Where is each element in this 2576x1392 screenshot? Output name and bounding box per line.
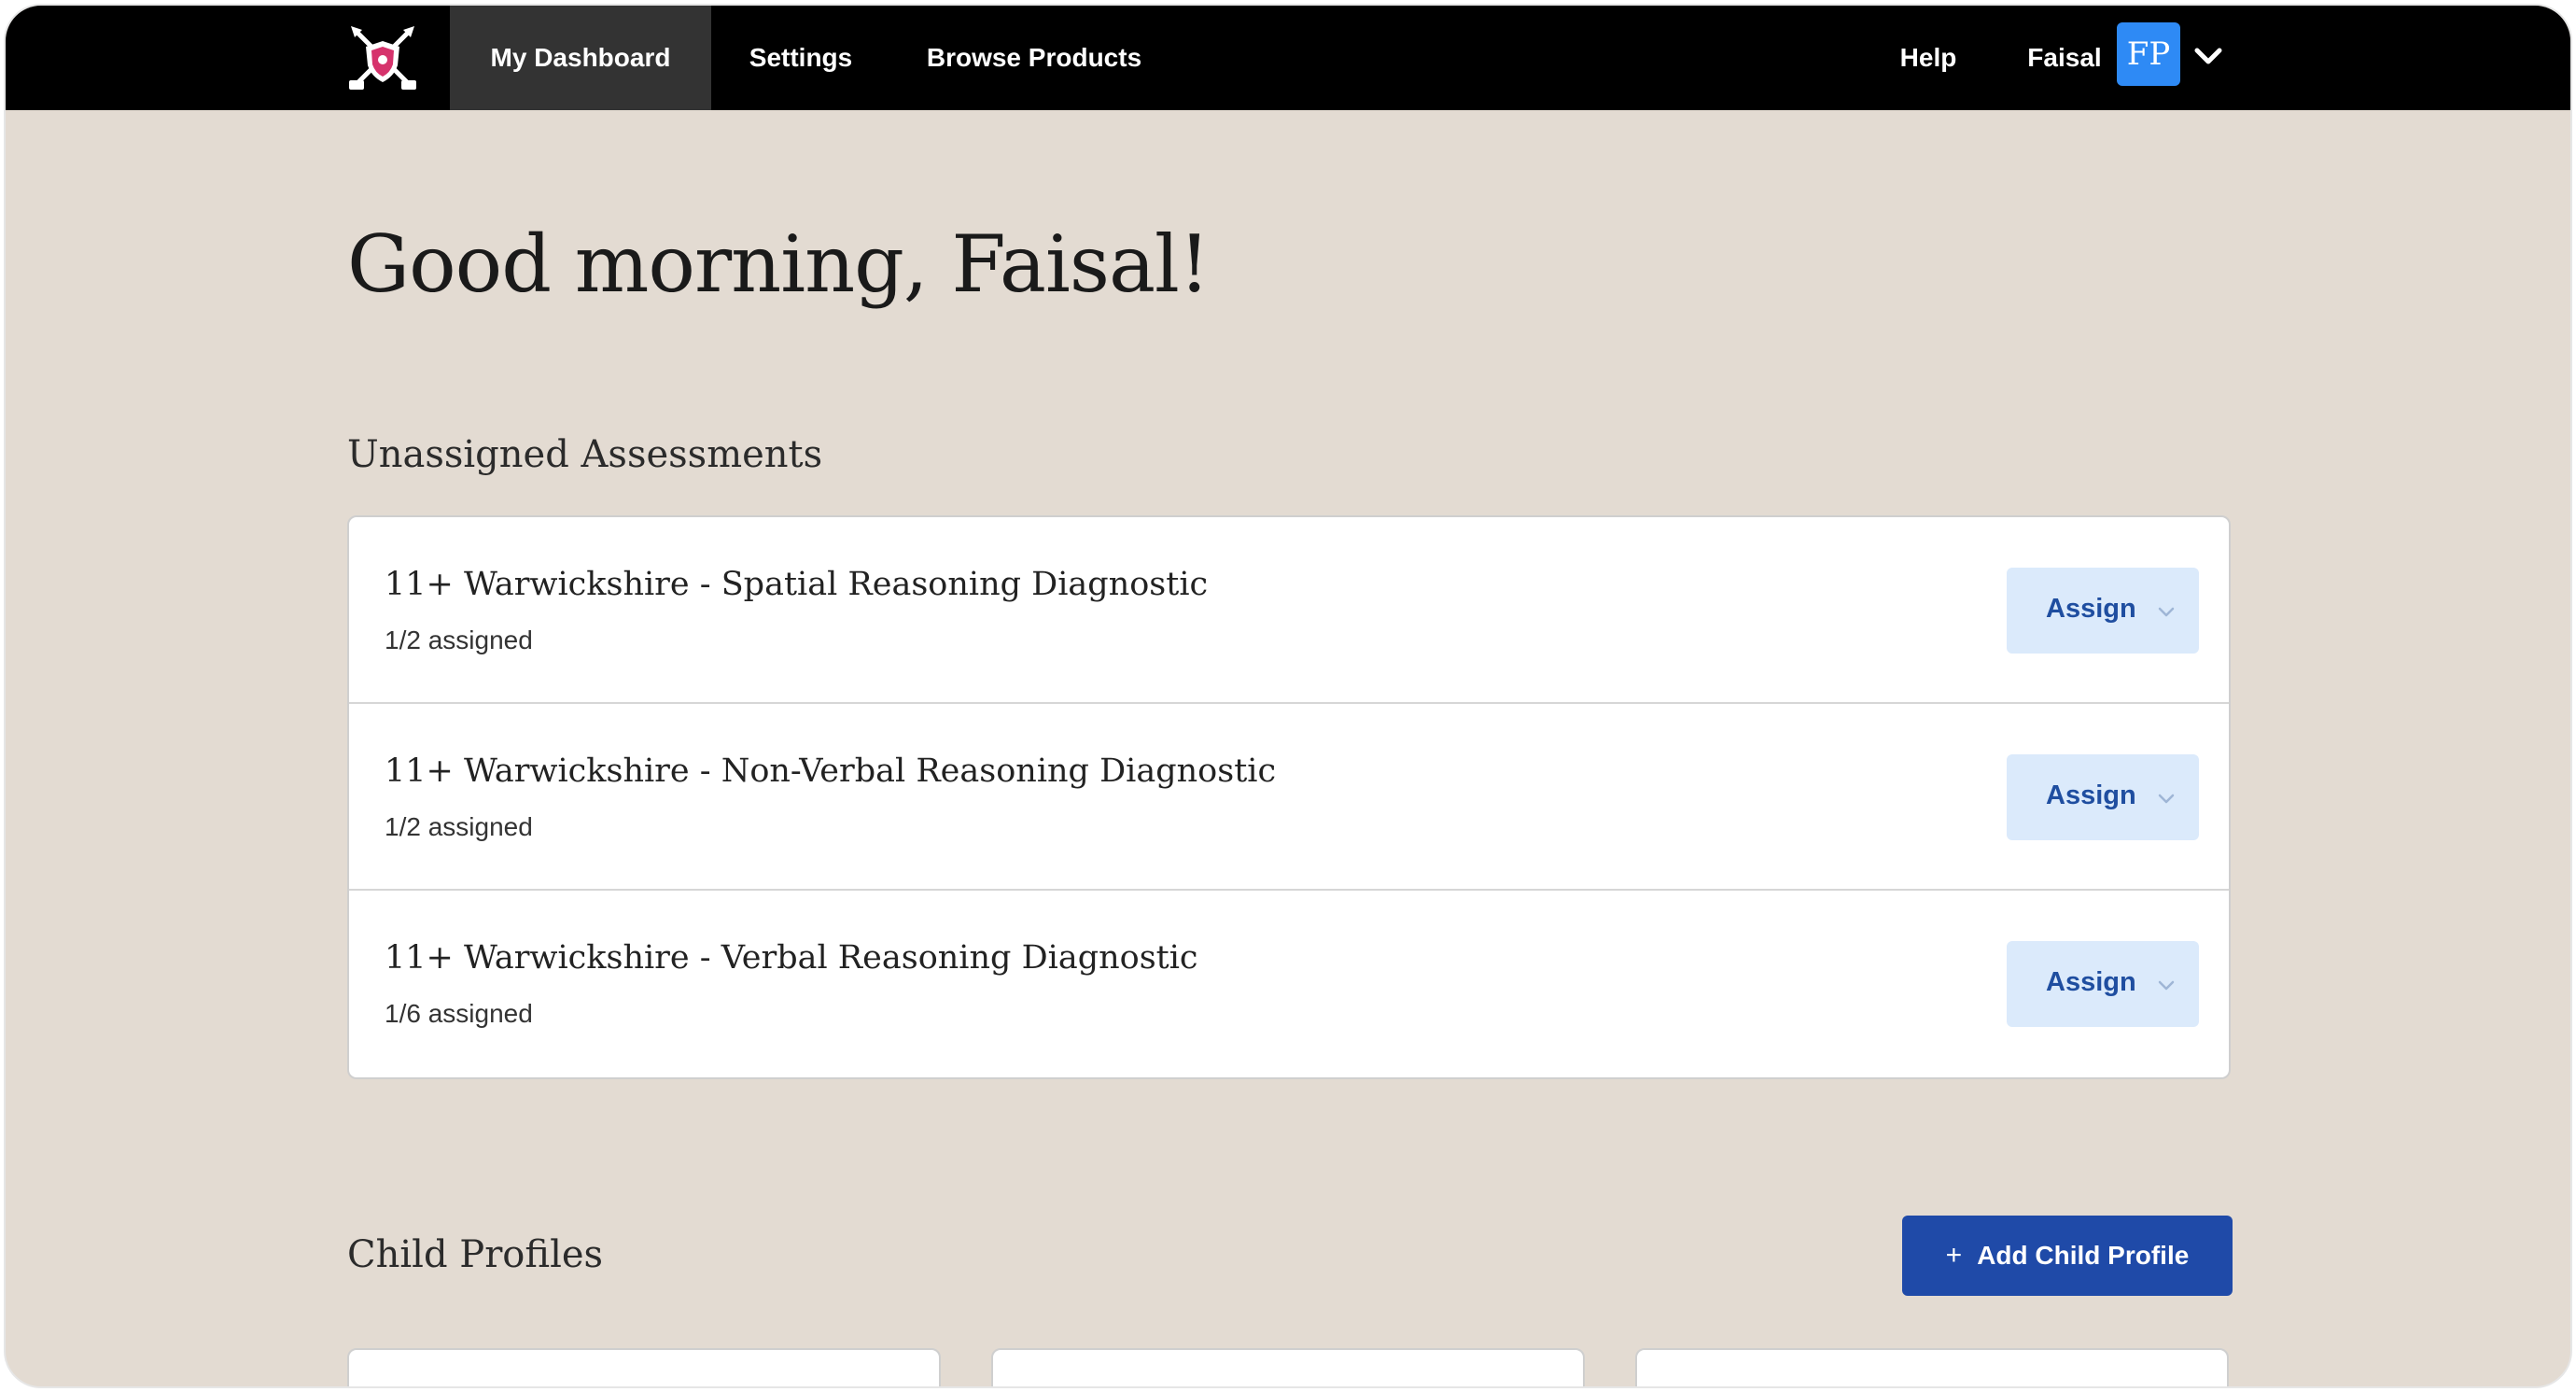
list-item: 11+ Warwickshire - Non-Verbal Reasoning … [349, 704, 2229, 891]
assessment-assigned-count: 1/2 assigned [385, 812, 533, 841]
plus-icon: + [1945, 1240, 1963, 1271]
chevron-down-icon [2158, 794, 2175, 804]
assessment-name: 11+ Warwickshire - Verbal Reasoning Diag… [385, 939, 1198, 977]
nav-item-label: Settings [749, 43, 853, 72]
child-profile-card[interactable] [347, 1348, 941, 1386]
assign-button-label: Assign [2046, 967, 2136, 997]
chevron-down-icon [2158, 607, 2175, 617]
assign-button-label: Assign [2046, 594, 2136, 624]
child-profile-card[interactable] [1635, 1348, 2229, 1386]
list-item: 11+ Warwickshire - Spatial Reasoning Dia… [349, 517, 2229, 704]
chevron-down-icon [2158, 980, 2175, 991]
assessment-name: 11+ Warwickshire - Spatial Reasoning Dia… [385, 566, 1209, 603]
child-profile-card[interactable] [991, 1348, 1585, 1386]
crossed-pencils-shield-logo[interactable] [347, 22, 418, 93]
app-window: My Dashboard Settings Browse Products He… [4, 4, 2572, 1388]
nav-item-help[interactable]: Help [1863, 6, 1994, 110]
top-nav: My Dashboard Settings Browse Products He… [6, 6, 2570, 110]
chevron-down-icon[interactable] [2190, 37, 2227, 75]
child-profiles-heading: Child Profiles [347, 1233, 604, 1276]
nav-item-label: Help [1899, 43, 1957, 72]
nav-item-browse-products[interactable]: Browse Products [892, 6, 1176, 110]
nav-item-label: Browse Products [926, 43, 1142, 72]
assessment-assigned-count: 1/2 assigned [385, 626, 533, 654]
assign-button[interactable]: Assign [2007, 754, 2199, 840]
avatar-initials: FP [2126, 35, 2171, 73]
page-title: Good morning, Faisal! [347, 218, 1211, 310]
assign-button[interactable]: Assign [2007, 568, 2199, 654]
nav-item-settings[interactable]: Settings [724, 6, 877, 110]
avatar[interactable]: FP [2117, 22, 2180, 86]
unassigned-assessments-list: 11+ Warwickshire - Spatial Reasoning Dia… [347, 515, 2231, 1079]
add-child-profile-label: Add Child Profile [1977, 1241, 2190, 1270]
nav-item-label: My Dashboard [490, 43, 671, 72]
user-name-label: Faisal [2027, 43, 2102, 72]
user-name[interactable]: Faisal [2009, 6, 2121, 110]
nav-item-my-dashboard[interactable]: My Dashboard [450, 6, 711, 110]
unassigned-assessments-heading: Unassigned Assessments [347, 433, 823, 476]
assessment-name: 11+ Warwickshire - Non-Verbal Reasoning … [385, 752, 1277, 790]
assessment-assigned-count: 1/6 assigned [385, 999, 533, 1028]
add-child-profile-button[interactable]: + Add Child Profile [1902, 1216, 2233, 1296]
list-item: 11+ Warwickshire - Verbal Reasoning Diag… [349, 891, 2229, 1077]
assign-button[interactable]: Assign [2007, 941, 2199, 1027]
assign-button-label: Assign [2046, 780, 2136, 810]
